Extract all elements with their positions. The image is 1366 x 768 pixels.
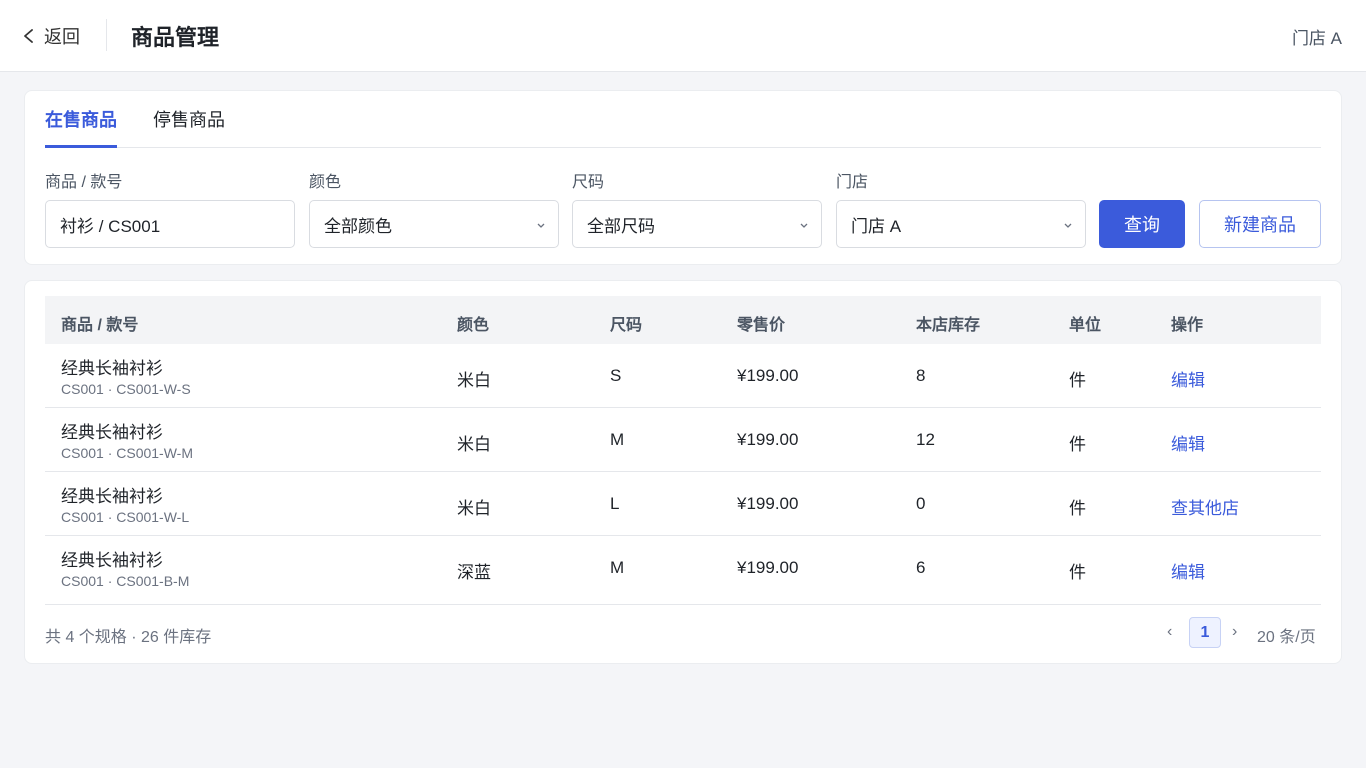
product-stock: 8 xyxy=(916,366,926,385)
table-header: 商品 / 款号 颜色 尺码 零售价 本店库存 单位 操作 xyxy=(45,296,1321,344)
product-color: 深蓝 xyxy=(457,563,491,582)
product-search-field[interactable] xyxy=(45,200,295,248)
new-product-button[interactable]: 新建商品 xyxy=(1199,200,1321,248)
product-sku: CS001 · CS001-W-L xyxy=(61,509,190,525)
column-header-product: 商品 / 款号 xyxy=(61,317,139,334)
column-header-size: 尺码 xyxy=(610,317,643,334)
store-select-value: 门店 A xyxy=(851,216,902,236)
product-sku: CS001 · CS001-B-M xyxy=(61,573,190,589)
product-color: 米白 xyxy=(457,499,491,518)
header-divider xyxy=(106,19,107,51)
edit-link[interactable]: 编辑 xyxy=(1171,430,1205,455)
product-table-card: 商品 / 款号 颜色 尺码 零售价 本店库存 单位 操作 经典长袖衬衫 CS00… xyxy=(24,280,1342,664)
product-sku: CS001 · CS001-W-M xyxy=(61,445,194,461)
tab-discontinued[interactable]: 停售商品 xyxy=(153,106,225,148)
product-size: M xyxy=(610,430,625,449)
product-size: L xyxy=(610,494,620,513)
product-price: ¥199.00 xyxy=(737,430,799,449)
column-header-unit: 单位 xyxy=(1069,317,1102,334)
next-page-button[interactable]: › xyxy=(1232,623,1237,641)
product-name: 经典长袖衬衫 xyxy=(61,551,163,570)
back-button[interactable]: 返回 xyxy=(22,22,80,50)
size-filter-label: 尺码 xyxy=(572,174,605,191)
tab-bar: 在售商品 停售商品 xyxy=(45,91,1321,148)
product-color: 米白 xyxy=(457,435,491,454)
chevron-down-icon xyxy=(800,223,808,228)
page-size-select[interactable]: 20 条/页 xyxy=(1257,623,1316,647)
filter-card: 在售商品 停售商品 商品 / 款号 颜色 全部颜色 尺码 全部尺码 门店 门店 … xyxy=(24,90,1342,265)
store-select[interactable]: 门店 A xyxy=(836,200,1086,248)
back-label: 返回 xyxy=(44,27,80,47)
chevron-left-icon xyxy=(24,29,33,43)
product-price: ¥199.00 xyxy=(737,558,799,577)
chevron-down-icon xyxy=(537,223,545,228)
product-size: M xyxy=(610,558,625,577)
product-filter-label: 商品 / 款号 xyxy=(45,174,123,191)
prev-page-button[interactable]: ‹ xyxy=(1167,623,1172,641)
product-name: 经典长袖衬衫 xyxy=(61,487,163,506)
product-stock: 0 xyxy=(916,494,926,513)
top-bar: 返回 商品管理 门店 A xyxy=(0,0,1366,72)
product-stock: 6 xyxy=(916,558,926,577)
color-filter-label: 颜色 xyxy=(309,174,342,191)
column-header-price: 零售价 xyxy=(737,317,786,334)
table-row: 经典长袖衬衫 CS001 · CS001-W-M 米白 M ¥199.00 12… xyxy=(45,408,1321,472)
product-color: 米白 xyxy=(457,371,491,390)
table-row: 经典长袖衬衫 CS001 · CS001-B-M 深蓝 M ¥199.00 6 … xyxy=(45,536,1321,605)
edit-link[interactable]: 编辑 xyxy=(1171,366,1205,391)
query-button[interactable]: 查询 xyxy=(1099,200,1185,248)
product-name: 经典长袖衬衫 xyxy=(61,359,163,378)
column-header-stock: 本店库存 xyxy=(916,317,981,334)
page-title: 商品管理 xyxy=(131,25,220,50)
tab-on-sale[interactable]: 在售商品 xyxy=(45,106,117,148)
product-unit: 件 xyxy=(1069,499,1086,518)
product-unit: 件 xyxy=(1069,435,1086,454)
product-sku: CS001 · CS001-W-S xyxy=(61,381,191,397)
color-select-value: 全部颜色 xyxy=(324,216,392,236)
product-search-input[interactable] xyxy=(60,214,280,234)
column-header-action: 操作 xyxy=(1171,317,1204,334)
product-price: ¥199.00 xyxy=(737,366,799,385)
page-number-current[interactable]: 1 xyxy=(1189,617,1221,648)
product-price: ¥199.00 xyxy=(737,494,799,513)
current-store: 门店 A xyxy=(1291,29,1342,48)
column-header-color: 颜色 xyxy=(457,317,490,334)
table-row: 经典长袖衬衫 CS001 · CS001-W-L 米白 L ¥199.00 0 … xyxy=(45,472,1321,536)
product-stock: 12 xyxy=(916,430,935,449)
product-unit: 件 xyxy=(1069,563,1086,582)
product-unit: 件 xyxy=(1069,371,1086,390)
color-select[interactable]: 全部颜色 xyxy=(309,200,559,248)
chevron-down-icon xyxy=(1064,223,1072,228)
product-size: S xyxy=(610,366,622,385)
product-name: 经典长袖衬衫 xyxy=(61,423,163,442)
size-select-value: 全部尺码 xyxy=(587,216,655,236)
store-filter-label: 门店 xyxy=(836,174,869,191)
check-other-stores-link[interactable]: 查其他店 xyxy=(1171,494,1239,519)
table-row: 经典长袖衬衫 CS001 · CS001-W-S 米白 S ¥199.00 8 … xyxy=(45,344,1321,408)
size-select[interactable]: 全部尺码 xyxy=(572,200,822,248)
table-summary: 共 4 个规格 · 26 件库存 xyxy=(45,629,212,646)
edit-link[interactable]: 编辑 xyxy=(1171,558,1205,583)
